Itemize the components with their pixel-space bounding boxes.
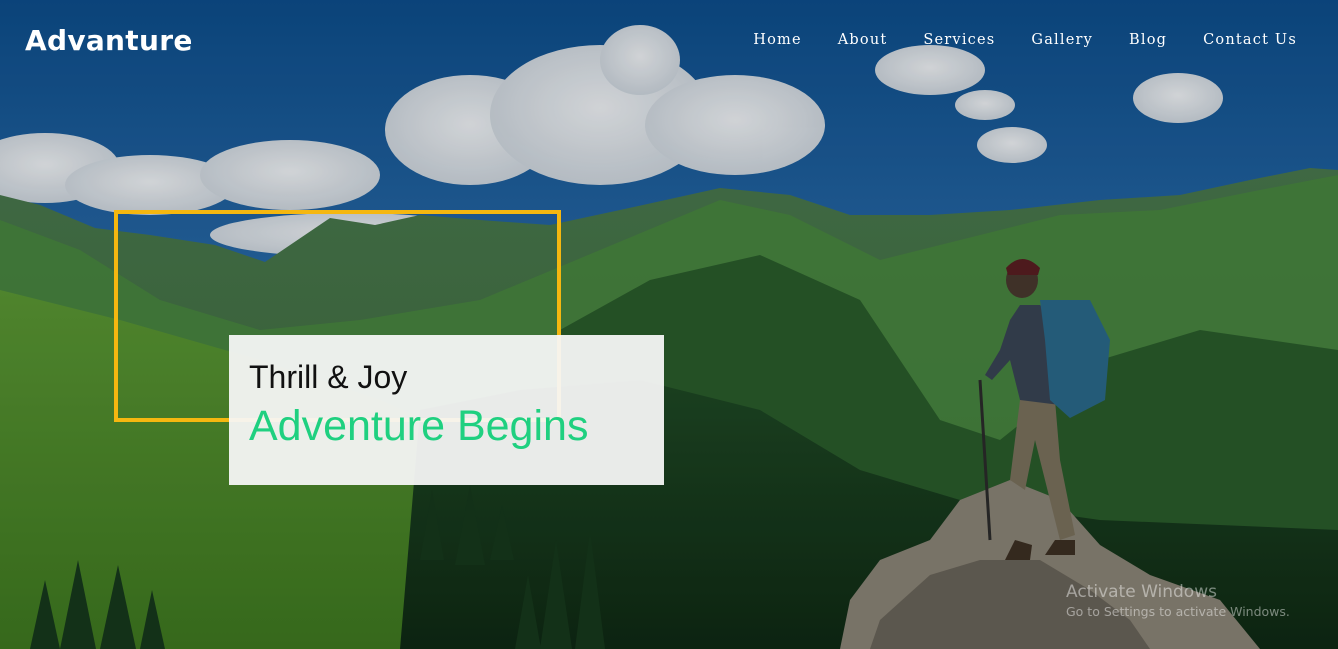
- hero-caption-box: Thrill & Joy Adventure Begins: [229, 335, 664, 485]
- nav-item-contact: Contact Us: [1203, 31, 1297, 49]
- hero-subtitle: Thrill & Joy: [249, 359, 408, 395]
- hero-title: Adventure Begins: [249, 402, 589, 450]
- nav-link-services[interactable]: Services: [923, 31, 995, 49]
- nav-item-home: Home: [753, 31, 802, 49]
- nav-link-home[interactable]: Home: [753, 31, 802, 49]
- watermark-subtitle: Go to Settings to activate Windows.: [1066, 604, 1290, 619]
- watermark-title: Activate Windows: [1066, 582, 1217, 602]
- nav-item-blog: Blog: [1129, 31, 1167, 49]
- top-navbar: Advanture Home About Services Gallery Bl…: [0, 0, 1338, 84]
- site-logo[interactable]: Advanture: [25, 22, 193, 60]
- nav-link-about[interactable]: About: [838, 31, 888, 49]
- nav-item-about: About: [838, 31, 888, 49]
- nav-item-gallery: Gallery: [1031, 31, 1093, 49]
- main-nav: Home About Services Gallery Blog Contact…: [717, 31, 1297, 49]
- nav-link-gallery[interactable]: Gallery: [1031, 31, 1093, 49]
- nav-link-contact-us[interactable]: Contact Us: [1203, 31, 1297, 49]
- nav-item-services: Services: [923, 31, 995, 49]
- windows-activation-watermark: Activate Windows Go to Settings to activ…: [1066, 581, 1290, 621]
- nav-link-blog[interactable]: Blog: [1129, 31, 1167, 49]
- hero-section: Advanture Home About Services Gallery Bl…: [0, 0, 1338, 649]
